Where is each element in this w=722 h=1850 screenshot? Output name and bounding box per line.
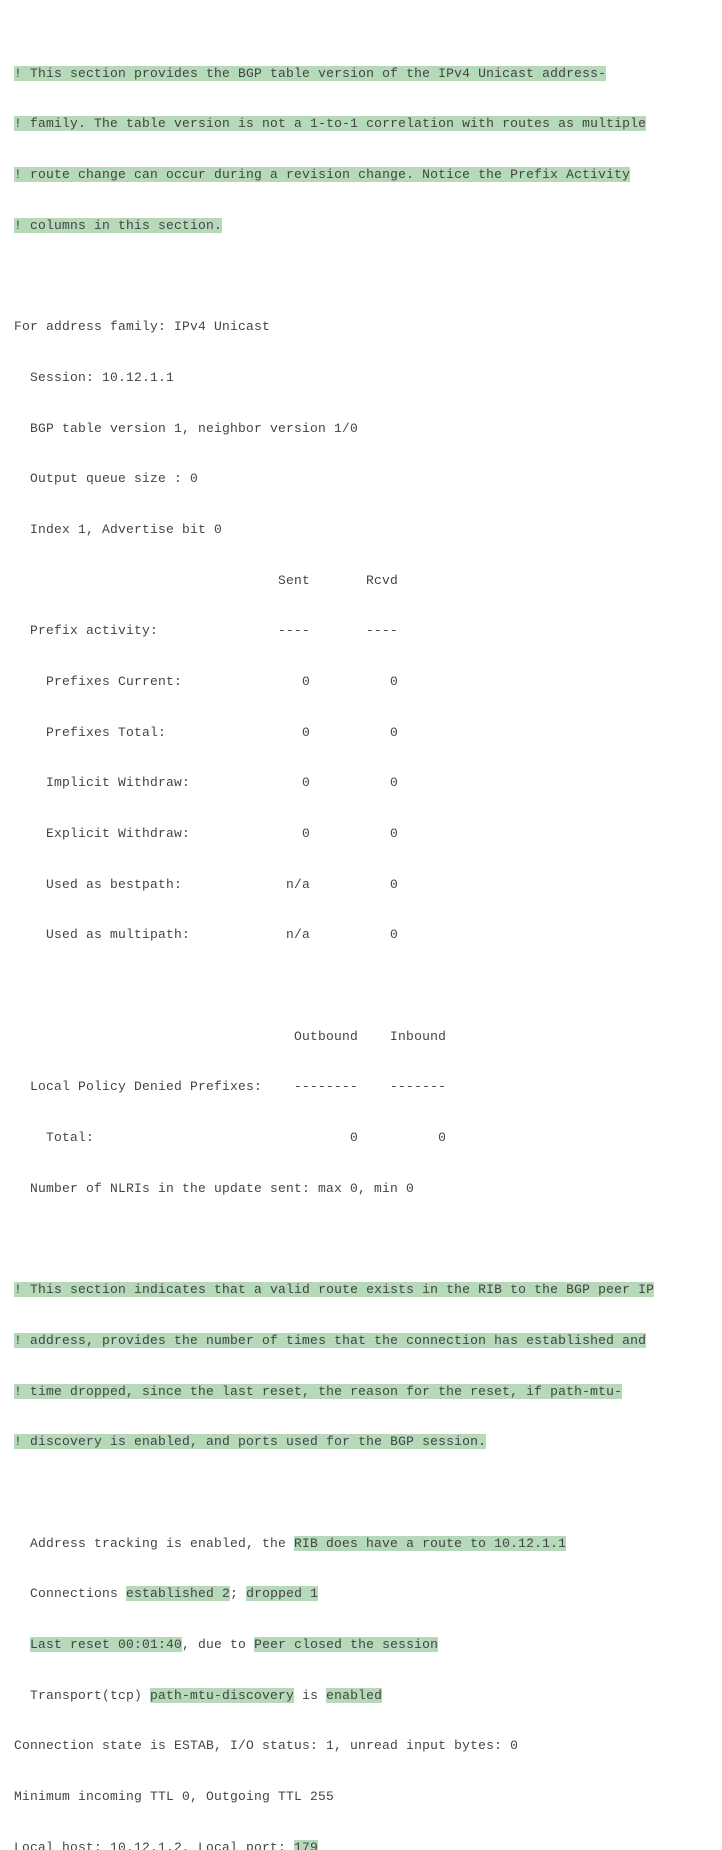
output-line: Prefix activity: ---- ---- (14, 618, 708, 643)
comment-text: This section provides the BGP table vers… (22, 66, 606, 81)
comment-text: address, provides the number of times th… (22, 1333, 646, 1348)
bang: ! (14, 116, 22, 131)
comment-text: columns in this section. (22, 218, 222, 233)
hl-text: enabled (326, 1688, 382, 1703)
output-line: For address family: IPv4 Unicast (14, 314, 708, 339)
comment-line: ! time dropped, since the last reset, th… (14, 1379, 708, 1404)
comment-text: discovery is enabled, and ports used for… (22, 1434, 486, 1449)
hl-text: established 2 (126, 1586, 230, 1601)
text: Address tracking is enabled, the (14, 1536, 294, 1551)
bang: ! (14, 218, 22, 233)
output-line: Number of NLRIs in the update sent: max … (14, 1176, 708, 1201)
output-line: Used as bestpath: n/a 0 (14, 872, 708, 897)
output-line: Output queue size : 0 (14, 466, 708, 491)
hl-text: 179 (294, 1840, 318, 1850)
bang: ! (14, 1434, 22, 1449)
hl-text: RIB does have a route to 10.12.1.1 (294, 1536, 566, 1551)
hl-text: path-mtu-discovery (150, 1688, 294, 1703)
output-line: Local host: 10.12.1.2, Local port: 179 (14, 1835, 708, 1850)
output-line: Last reset 00:01:40, due to Peer closed … (14, 1632, 708, 1657)
bang: ! (14, 1384, 22, 1399)
comment-text: route change can occur during a revision… (22, 167, 630, 182)
blank-line (14, 973, 708, 998)
comment-line: ! This section indicates that a valid ro… (14, 1277, 708, 1302)
output-line: Used as multipath: n/a 0 (14, 922, 708, 947)
comment-text: time dropped, since the last reset, the … (22, 1384, 622, 1399)
output-line: Session: 10.12.1.1 (14, 365, 708, 390)
comment-text: This section indicates that a valid rout… (22, 1282, 654, 1297)
output-line: Prefixes Total: 0 0 (14, 720, 708, 745)
hl-text: dropped 1 (246, 1586, 318, 1601)
comment-text: family. The table version is not a 1-to-… (22, 116, 646, 131)
bang: ! (14, 66, 22, 81)
blank-line (14, 1227, 708, 1252)
comment-line: ! address, provides the number of times … (14, 1328, 708, 1353)
output-line: Implicit Withdraw: 0 0 (14, 770, 708, 795)
text: Connections (14, 1586, 126, 1601)
output-line: Address tracking is enabled, the RIB doe… (14, 1531, 708, 1556)
comment-line: ! route change can occur during a revisi… (14, 162, 708, 187)
comment-line: ! discovery is enabled, and ports used f… (14, 1429, 708, 1454)
bang: ! (14, 167, 22, 182)
output-line: Total: 0 0 (14, 1125, 708, 1150)
comment-line: ! This section provides the BGP table ve… (14, 61, 708, 86)
comment-line: ! columns in this section. (14, 213, 708, 238)
output-line: Prefixes Current: 0 0 (14, 669, 708, 694)
text: ; (230, 1586, 246, 1601)
text: Local host: 10.12.1.2, Local port: (14, 1840, 294, 1850)
output-line: Connection state is ESTAB, I/O status: 1… (14, 1733, 708, 1758)
text: , due to (182, 1637, 254, 1652)
output-line: Sent Rcvd (14, 568, 708, 593)
hl-text: Last reset 00:01:40 (30, 1637, 182, 1652)
output-line: BGP table version 1, neighbor version 1/… (14, 416, 708, 441)
output-line: Local Policy Denied Prefixes: -------- -… (14, 1074, 708, 1099)
output-line: Index 1, Advertise bit 0 (14, 517, 708, 542)
output-line: Minimum incoming TTL 0, Outgoing TTL 255 (14, 1784, 708, 1809)
bang: ! (14, 1333, 22, 1348)
hl-text: Peer closed the session (254, 1637, 438, 1652)
output-line: Explicit Withdraw: 0 0 (14, 821, 708, 846)
blank-line (14, 1480, 708, 1505)
output-line: Transport(tcp) path-mtu-discovery is ena… (14, 1683, 708, 1708)
comment-line: ! family. The table version is not a 1-t… (14, 111, 708, 136)
text: is (294, 1688, 326, 1703)
output-line: Connections established 2; dropped 1 (14, 1581, 708, 1606)
bang: ! (14, 1282, 22, 1297)
text: Transport(tcp) (14, 1688, 150, 1703)
output-line: Outbound Inbound (14, 1024, 708, 1049)
blank-line (14, 263, 708, 288)
text (14, 1637, 30, 1652)
